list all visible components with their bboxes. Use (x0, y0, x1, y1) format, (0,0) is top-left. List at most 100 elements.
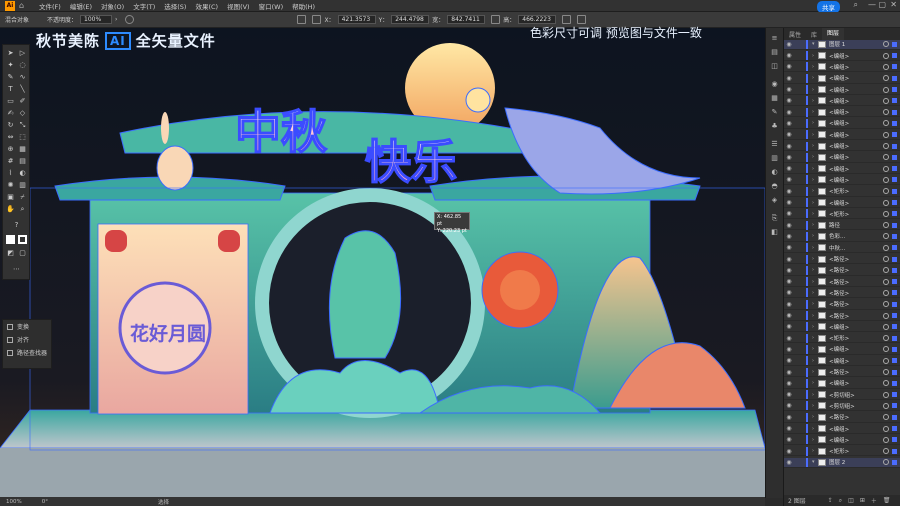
transform-icon[interactable] (562, 15, 572, 24)
layers-icon[interactable]: ◫ (770, 62, 779, 70)
layer-row[interactable]: ◉ › <剪切组> (784, 401, 900, 412)
layer-row[interactable]: ◉ › <路径> (784, 367, 900, 378)
target-circle-icon[interactable] (883, 425, 889, 432)
recolor-icon[interactable] (125, 15, 135, 24)
swatches-icon[interactable]: ▦ (770, 94, 779, 102)
visibility-eye-icon[interactable]: ◉ (784, 244, 794, 251)
visibility-eye-icon[interactable]: ◉ (784, 346, 794, 353)
layer-row[interactable]: ◉ › <编组> (784, 175, 900, 186)
target-circle-icon[interactable] (883, 357, 889, 364)
visibility-eye-icon[interactable]: ◉ (784, 52, 794, 59)
brushes-icon[interactable]: ✎ (770, 108, 779, 116)
layer-row[interactable]: ◉ › 路径 (784, 220, 900, 231)
target-circle-icon[interactable] (883, 210, 889, 217)
visibility-eye-icon[interactable]: ◉ (784, 369, 794, 376)
target-circle-icon[interactable] (883, 176, 889, 183)
layer-row[interactable]: ◉ ▾ 图层 1 (784, 39, 900, 50)
screen-mode-icon[interactable]: ▢ (18, 249, 27, 258)
target-circle-icon[interactable] (883, 267, 889, 274)
fill-swatch-icon[interactable] (6, 235, 15, 244)
more-tools-icon[interactable]: ⋯ (12, 265, 21, 274)
target-circle-icon[interactable] (883, 301, 889, 308)
reference-point-icon[interactable] (312, 15, 322, 24)
menu-item-0[interactable]: 文件(F) (39, 1, 61, 11)
symbol-sprayer-icon[interactable]: ✺ (6, 181, 15, 190)
artboards-icon[interactable]: ◧ (770, 228, 779, 236)
visibility-eye-icon[interactable]: ◉ (784, 188, 794, 195)
locate-object-icon[interactable]: ⌕ (839, 497, 842, 505)
visibility-eye-icon[interactable]: ◉ (784, 357, 794, 364)
width-field[interactable]: 842.7411 (447, 15, 486, 24)
target-circle-icon[interactable] (883, 52, 889, 59)
menu-item-5[interactable]: 效果(C) (195, 1, 218, 11)
target-circle-icon[interactable] (883, 448, 889, 455)
visibility-eye-icon[interactable]: ◉ (784, 414, 794, 421)
visibility-eye-icon[interactable]: ◉ (784, 131, 794, 138)
eyedropper-icon[interactable]: ⌇ (6, 169, 15, 178)
y-field[interactable]: 244.4798 (391, 15, 430, 24)
layer-row[interactable]: ◉ › <路径> (784, 254, 900, 265)
close-icon[interactable]: ✕ (890, 0, 897, 9)
visibility-eye-icon[interactable]: ◉ (784, 436, 794, 443)
visibility-eye-icon[interactable]: ◉ (784, 154, 794, 161)
layer-row[interactable]: ◉ › <路径> (784, 277, 900, 287)
target-circle-icon[interactable] (883, 143, 889, 150)
layer-row[interactable]: ◉ › <编组> (784, 198, 900, 208)
visibility-eye-icon[interactable]: ◉ (784, 267, 794, 274)
direct-selection-tool-icon[interactable]: ▷ (18, 49, 27, 58)
layer-row[interactable]: ◉ › <编组> (784, 344, 900, 355)
target-circle-icon[interactable] (883, 459, 889, 466)
layer-row[interactable]: ◉ › <路径> (784, 299, 900, 310)
pen-tool-icon[interactable]: ✎ (6, 73, 15, 82)
tab-libraries[interactable]: 库 (806, 30, 822, 39)
artboard-tool-icon[interactable]: ▣ (6, 193, 15, 202)
target-circle-icon[interactable] (883, 233, 889, 240)
paintbrush-icon[interactable]: ✐ (18, 97, 27, 106)
layer-row[interactable]: ◉ › <编组> (784, 435, 900, 446)
target-circle-icon[interactable] (883, 75, 889, 82)
target-circle-icon[interactable] (883, 312, 889, 319)
menu-item-3[interactable]: 文字(T) (133, 1, 155, 11)
target-circle-icon[interactable] (883, 391, 889, 398)
layer-row[interactable]: ◉ › <编组> (784, 85, 900, 95)
graphic-styles-icon[interactable]: ◈ (770, 196, 779, 204)
target-circle-icon[interactable] (883, 199, 889, 206)
slice-tool-icon[interactable]: ⌿ (18, 193, 27, 202)
visibility-eye-icon[interactable]: ◉ (784, 448, 794, 455)
visibility-eye-icon[interactable]: ◉ (784, 278, 794, 285)
layer-row[interactable]: ◉ › <编组> (784, 118, 900, 129)
layer-row[interactable]: ◉ › <路径> (784, 288, 900, 299)
target-circle-icon[interactable] (883, 109, 889, 116)
visibility-eye-icon[interactable]: ◉ (784, 63, 794, 70)
rectangle-tool-icon[interactable]: ▭ (6, 97, 15, 106)
scale-tool-icon[interactable]: ⤡ (18, 121, 27, 130)
visibility-eye-icon[interactable]: ◉ (784, 143, 794, 150)
gradient-tool-icon[interactable]: ▤ (18, 157, 27, 166)
type-tool-icon[interactable]: T (6, 85, 15, 94)
align-item[interactable]: 对齐 (3, 333, 51, 346)
transform-item[interactable]: 变换 (3, 320, 51, 333)
target-circle-icon[interactable] (883, 86, 889, 93)
properties-icon[interactable]: ≡ (770, 34, 779, 42)
align-icon[interactable] (297, 15, 307, 24)
layer-row[interactable]: ◉ › <编组> (784, 152, 900, 163)
menu-item-8[interactable]: 帮助(H) (292, 1, 315, 11)
target-circle-icon[interactable] (883, 222, 889, 229)
visibility-eye-icon[interactable]: ◉ (784, 86, 794, 93)
visibility-eye-icon[interactable]: ◉ (784, 391, 794, 398)
visibility-eye-icon[interactable]: ◉ (784, 176, 794, 183)
new-layer-icon[interactable]: ＋ (871, 496, 877, 505)
target-circle-icon[interactable] (883, 188, 889, 195)
layer-row[interactable]: ◉ › <编组> (784, 322, 900, 333)
layer-row[interactable]: ◉ › <编组> (784, 73, 900, 84)
visibility-eye-icon[interactable]: ◉ (784, 165, 794, 172)
appearance-icon[interactable]: ◓ (770, 182, 779, 190)
target-circle-icon[interactable] (883, 346, 889, 353)
layer-row[interactable]: ◉ › <路径> (784, 265, 900, 276)
layer-row[interactable]: ◉ › <编组> (784, 164, 900, 174)
tab-layers[interactable]: 图层 (822, 28, 845, 40)
target-circle-icon[interactable] (883, 244, 889, 251)
transparency-icon[interactable]: ◐ (770, 168, 779, 176)
x-field[interactable]: 421.3573 (337, 15, 376, 24)
layer-row[interactable]: ◉ › <矩形> (784, 446, 900, 457)
